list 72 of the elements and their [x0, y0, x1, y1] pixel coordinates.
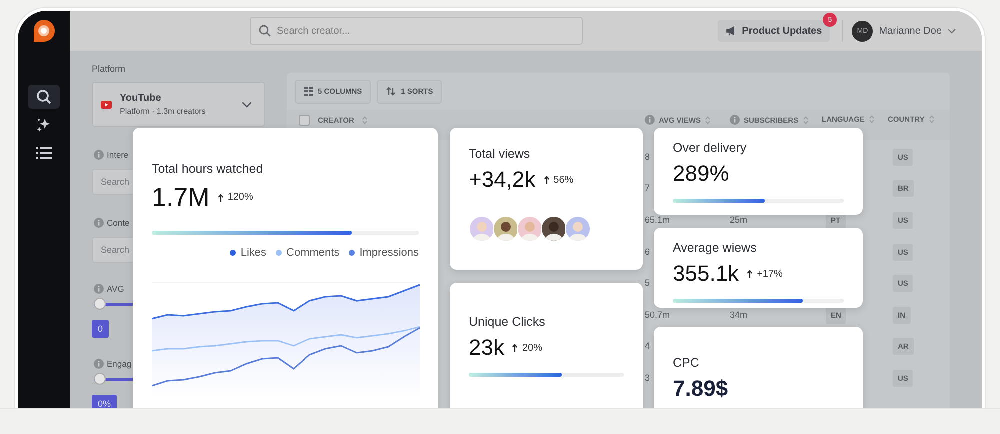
slider-value: 0 — [92, 320, 110, 338]
trend-value: 56% — [554, 174, 574, 186]
filter-label: Engag — [107, 359, 132, 369]
filter-label: AVG — [107, 284, 124, 294]
search-field[interactable]: Search — [92, 237, 133, 263]
info-icon — [94, 284, 104, 294]
sort-icon — [362, 116, 368, 125]
info-icon — [94, 359, 104, 369]
table-cell: 65.1m — [645, 214, 670, 225]
info-icon — [94, 150, 104, 160]
arrow-up-icon — [747, 270, 754, 278]
list-icon — [36, 146, 52, 160]
product-updates-button[interactable]: Product Updates — [718, 20, 830, 42]
card-title: Unique Clicks — [469, 315, 546, 329]
search-icon — [259, 25, 271, 37]
card-title: Total views — [469, 147, 530, 161]
sort-icon — [386, 87, 396, 96]
search-icon — [36, 89, 52, 105]
stat-value: 355.1k — [673, 261, 740, 287]
slider-value: 0% — [92, 395, 118, 408]
arrow-up-icon — [512, 344, 518, 352]
table-cell: 5 — [645, 278, 650, 288]
sort-icon — [928, 115, 935, 124]
search-field[interactable]: Search — [92, 169, 133, 195]
filter-label: Platform — [92, 64, 127, 76]
table-cell: 4 — [645, 341, 650, 352]
stat-value: 7.89$ — [673, 376, 728, 402]
sort-icon — [802, 116, 809, 124]
stat-value: 289% — [673, 161, 730, 187]
table-cell: 34m — [730, 310, 748, 320]
filter-label: Conte — [107, 218, 130, 228]
table-cell: 3 — [645, 372, 650, 383]
sidebar-item[interactable] — [28, 85, 60, 109]
card-title: Over delivery — [673, 141, 747, 155]
table-cell: 50.7m — [645, 310, 670, 320]
sparkle-icon — [36, 117, 52, 133]
dropdown-detail: Platform · 1.3m creators — [120, 107, 207, 116]
sort-icon — [704, 116, 711, 124]
megaphone-icon — [726, 26, 738, 36]
platform-dropdown[interactable]: YouTube Platform · 1.3m creators — [92, 82, 265, 127]
checkbox[interactable] — [299, 115, 310, 126]
stat-value: 23k — [469, 335, 504, 361]
trend-value: 120% — [228, 192, 254, 203]
stat-value: 1.7M — [152, 182, 210, 213]
card-title: Average wiews — [673, 241, 757, 255]
arrow-up-icon — [218, 194, 224, 202]
stat-value: +34,2k — [469, 167, 536, 193]
legend-label: Comments — [286, 247, 340, 259]
slider-thumb[interactable] — [94, 298, 106, 310]
card-title: Total hours watched — [152, 162, 264, 176]
play-logo-icon — [101, 100, 112, 108]
columns-icon — [304, 87, 313, 96]
legend-label: Likes — [240, 247, 267, 259]
logo-icon — [32, 19, 56, 43]
legend-label: Impressions — [360, 247, 419, 259]
user-name: Marianne Doe — [879, 26, 942, 36]
chevron-down-icon — [242, 102, 252, 108]
table-cell: 25m — [730, 214, 748, 225]
table-cell: 7 — [645, 183, 650, 194]
chevron-down-icon — [948, 28, 956, 34]
dropdown-value: YouTube — [120, 93, 162, 104]
card-title: CPC — [673, 356, 700, 370]
table-cell: 6 — [645, 246, 650, 257]
arrow-up-icon — [544, 176, 550, 184]
trend-value: +17% — [757, 268, 783, 280]
filter-label: Intere — [107, 150, 129, 160]
table-cell: 8 — [645, 152, 650, 162]
trend-value: 20% — [522, 342, 542, 354]
slider-thumb[interactable] — [94, 373, 106, 385]
info-icon — [94, 218, 104, 228]
sort-icon — [868, 115, 875, 124]
search-field[interactable]: Search creator... — [250, 17, 583, 45]
